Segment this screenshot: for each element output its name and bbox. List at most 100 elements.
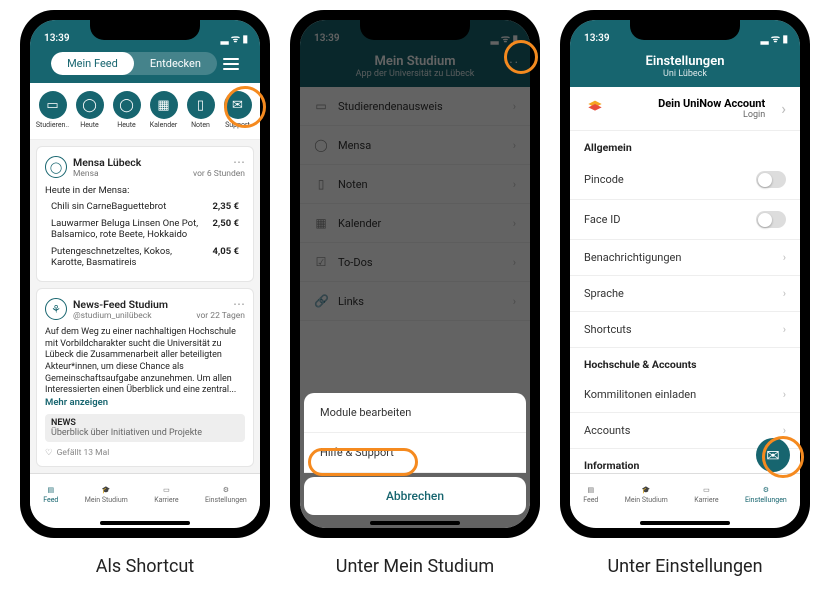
shortcut-heute-1[interactable]: ◯ Heute [72, 91, 108, 129]
status-time: 13:39 [44, 33, 70, 44]
id-card-icon: ▭ [39, 91, 67, 119]
tab-entdecken[interactable]: Entdecken [134, 52, 217, 75]
shortcut-row: ▭ Studieren.. ◯ Heute ◯ Heute ▦ Kalender… [30, 83, 260, 140]
shortcut-label: Noten [191, 121, 210, 129]
feed-header: Mein Feed Entdecken [30, 50, 260, 83]
nav-einstellungen[interactable]: ⚙ Einstellungen [745, 486, 787, 504]
menu-item: Chili sin CarneBaguettebrot 2,35 € [51, 198, 239, 215]
sheet-module-bearbeiten[interactable]: Module bearbeiten [304, 393, 526, 433]
home-indicator[interactable] [370, 521, 460, 525]
nav-mein-studium[interactable]: 🎓 Mein Studium [85, 486, 128, 504]
row-benachrichtigungen[interactable]: Benachrichtigungen › [570, 240, 800, 276]
gear-icon: ⚙ [223, 486, 229, 494]
row-shortcuts[interactable]: Shortcuts › [570, 312, 800, 348]
account-sub: Login [616, 110, 765, 120]
card-time: vor 22 Tagen [196, 311, 245, 321]
caption-2: Unter Mein Studium [290, 556, 540, 577]
chevron-right-icon: › [783, 388, 786, 401]
chevron-right-icon: › [783, 323, 786, 336]
row-pincode[interactable]: Pincode [570, 160, 800, 200]
apple-icon: ◯ [45, 156, 67, 178]
menu-item: Lauwarmer Beluga Linsen One Pot, Balsami… [51, 215, 239, 243]
heart-icon: ♡ [45, 448, 53, 458]
support-fab[interactable]: ✉ [756, 438, 790, 472]
news-tag[interactable]: NEWS Überblick über Initiativen und Proj… [45, 414, 245, 442]
toggle-faceid[interactable] [756, 211, 786, 228]
action-sheet-overlay[interactable]: Module bearbeiten Hilfe & Support Abbrec… [300, 20, 530, 528]
row-faceid[interactable]: Face ID [570, 200, 800, 240]
caption-1: Als Shortcut [20, 556, 270, 577]
card-title: Mensa Lübeck [73, 156, 141, 169]
bottom-nav: ▤ Feed 🎓 Mein Studium ▭ Karriere ⚙ Einst… [30, 473, 260, 521]
tab-mein-feed[interactable]: Mein Feed [51, 52, 134, 75]
shortcut-label: Support [225, 121, 250, 129]
nav-karriere[interactable]: ▭ Karriere [154, 486, 178, 504]
nav-feed[interactable]: ▤ Feed [43, 486, 58, 504]
like-row[interactable]: ♡ Gefällt 13 Mal [45, 448, 245, 458]
shortcut-heute-2[interactable]: ◯ Heute [109, 91, 145, 129]
page-header: Einstellungen Uni Lübeck [570, 50, 800, 87]
shortcut-studieren[interactable]: ▭ Studieren.. [35, 91, 71, 129]
status-icons: ▂ ᯤ ▮ [761, 31, 788, 45]
row-sprache[interactable]: Sprache › [570, 276, 800, 312]
chevron-right-icon: › [781, 99, 786, 118]
card-subtitle: Mensa [73, 169, 141, 179]
nav-einstellungen[interactable]: ⚙ Einstellungen [205, 486, 247, 504]
card-more-icon[interactable]: ⋯ [196, 297, 245, 311]
menu-item: Putengeschnetzeltes, Kokos, Karotte, Bas… [51, 243, 239, 271]
toggle-pincode[interactable] [756, 171, 786, 188]
feed-scroll[interactable]: ◯ Mensa Lübeck Mensa ⋯ vor 6 Stunden Heu… [30, 140, 260, 473]
sheet-cancel[interactable]: Abbrechen [304, 477, 526, 515]
shortcut-label: Studieren.. [36, 121, 69, 129]
uninow-logo-icon [584, 98, 606, 120]
home-indicator[interactable] [640, 521, 730, 525]
mensa-card[interactable]: ◯ Mensa Lübeck Mensa ⋯ vor 6 Stunden Heu… [36, 146, 254, 282]
card-handle: @studium_unilübeck [73, 311, 168, 321]
briefcase-icon: ▭ [703, 486, 710, 494]
card-title: News-Feed Studium [73, 298, 168, 311]
action-sheet: Module bearbeiten Hilfe & Support [304, 393, 526, 473]
card-more-icon[interactable]: ⋯ [193, 155, 245, 169]
mensa-intro: Heute in der Mensa: [45, 185, 245, 196]
shortcut-noten[interactable]: ▯ Noten [183, 91, 219, 129]
university-icon: ⚘ [45, 298, 67, 320]
page-title: Einstellungen [570, 54, 800, 69]
status-time: 13:39 [584, 33, 610, 44]
chat-icon: ✉ [224, 91, 252, 119]
hamburger-icon[interactable] [223, 58, 239, 70]
account-row[interactable]: Dein UniNow Account Login › [570, 87, 800, 131]
gear-icon: ⚙ [763, 486, 769, 494]
shortcut-kalender[interactable]: ▦ Kalender [146, 91, 182, 129]
cap-icon: 🎓 [102, 486, 111, 494]
news-card[interactable]: ⚘ News-Feed Studium @studium_unilübeck ⋯… [36, 288, 254, 467]
nav-feed[interactable]: ▤ Feed [583, 486, 598, 504]
page-subtitle: Uni Lübeck [570, 69, 800, 79]
shortcut-label: Heute [80, 121, 99, 129]
section-allgemein: Allgemein [570, 131, 800, 160]
home-indicator[interactable] [100, 521, 190, 525]
apple-icon: ◯ [76, 91, 104, 119]
feed-segmented-control: Mein Feed Entdecken [51, 52, 217, 75]
card-time: vor 6 Stunden [193, 169, 245, 179]
notes-icon: ▯ [187, 91, 215, 119]
row-kommilitonen[interactable]: Kommilitonen einladen › [570, 377, 800, 413]
feed-icon: ▤ [587, 486, 594, 494]
caption-3: Unter Einstellungen [560, 556, 810, 577]
shortcut-support[interactable]: ✉ Support [220, 91, 256, 129]
news-body: Auf dem Weg zu einer nachhaltigen Hochsc… [45, 327, 245, 397]
shortcut-label: Kalender [150, 121, 178, 129]
feed-icon: ▤ [47, 486, 54, 494]
chevron-right-icon: › [783, 251, 786, 264]
nav-mein-studium[interactable]: 🎓 Mein Studium [625, 486, 668, 504]
briefcase-icon: ▭ [163, 486, 170, 494]
chevron-right-icon: › [783, 287, 786, 300]
cap-icon: 🎓 [642, 486, 651, 494]
shortcut-label: Heute [117, 121, 136, 129]
account-title: Dein UniNow Account [616, 97, 765, 110]
status-icons: ▂ ᯤ ▮ [221, 31, 248, 45]
more-link[interactable]: Mehr anzeigen [45, 397, 245, 408]
sheet-hilfe-support[interactable]: Hilfe & Support [304, 433, 526, 473]
nav-karriere[interactable]: ▭ Karriere [694, 486, 718, 504]
section-hochschule: Hochschule & Accounts [570, 348, 800, 377]
apple-icon: ◯ [113, 91, 141, 119]
